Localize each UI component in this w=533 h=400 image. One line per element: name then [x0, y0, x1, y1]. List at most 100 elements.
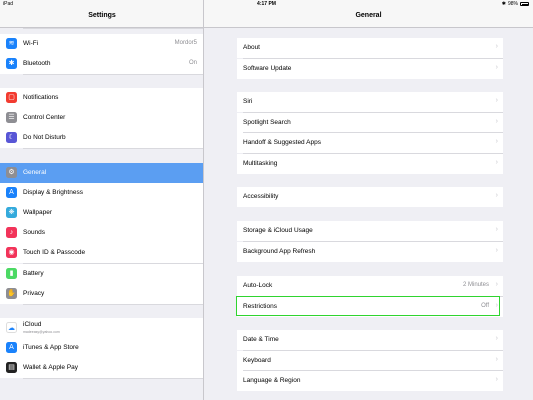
sidebar-item-notifications[interactable]: ▢ Notifications	[0, 88, 203, 108]
sidebar-item-label: Wi-Fi	[23, 40, 39, 47]
battery-percent: 98%	[507, 1, 518, 7]
notifications-icon: ▢	[6, 92, 17, 103]
settings-row-about[interactable]: About ›	[237, 38, 503, 58]
sidebar-title: Settings	[88, 12, 116, 19]
sidebar-item-label: iTunes & App Store	[23, 344, 79, 351]
sidebar-item-label: Sounds	[23, 229, 46, 236]
settings-row-storage-icloud-usage[interactable]: Storage & iCloud Usage ›	[237, 221, 503, 241]
sidebar-item-wi-fi[interactable]: ≋ Wi-Fi Mordor5	[0, 34, 203, 54]
chevron-right-icon: ›	[495, 226, 498, 233]
battery-icon: ▮	[6, 268, 17, 279]
sidebar-item-label: iCloud	[23, 321, 42, 328]
hand-icon: ✋	[6, 288, 17, 299]
chevron-right-icon: ›	[495, 376, 498, 383]
settings-row-background-app-refresh[interactable]: Background App Refresh ›	[237, 241, 503, 262]
sidebar: Settings ✈Airplane Mode≋Wi-FiMordor5✱Blu…	[0, 0, 204, 400]
settings-row-label: Auto-Lock	[243, 282, 273, 289]
settings-row-value: 2 Minutes	[462, 282, 489, 288]
settings-row-label: Date & Time	[243, 336, 279, 343]
settings-row-label: Storage & iCloud Usage	[243, 227, 313, 234]
settings-row-keyboard[interactable]: Keyboard ›	[237, 350, 503, 371]
chevron-right-icon: ›	[495, 335, 498, 342]
page-title: General	[355, 12, 382, 19]
sidebar-item-label: Control Center	[23, 114, 66, 121]
icloud-icon: ☁	[6, 322, 17, 333]
settings-row-accessibility[interactable]: Accessibility ›	[237, 187, 503, 207]
bluetooth-icon: ✱	[6, 58, 17, 69]
sidebar-item-itunes-app-store[interactable]: AiTunes & App Store	[0, 338, 203, 358]
sidebar-item-label: General	[23, 169, 47, 176]
sidebar-item-display-brightness[interactable]: A Display & Brightness	[0, 183, 203, 203]
sidebar-item-bluetooth[interactable]: ✱ Bluetooth On	[0, 54, 203, 74]
sidebar-item-label: Wallpaper	[23, 209, 53, 216]
row-divider	[23, 73, 203, 74]
sidebar-item-label: Bluetooth	[23, 60, 51, 67]
chevron-right-icon: ›	[495, 281, 498, 288]
sidebar-item-wallpaper[interactable]: ❋ Wallpaper	[0, 203, 203, 223]
settings-row-auto-lock[interactable]: Auto-Lock 2 Minutes ›	[237, 276, 503, 296]
settings-row-label: Handoff & Suggested Apps	[243, 139, 321, 146]
chevron-right-icon: ›	[495, 63, 498, 71]
chevron-right-icon: ›	[495, 246, 498, 254]
settings-row-label: Software Update	[243, 64, 292, 72]
sidebar-item-battery[interactable]: ▮ Battery	[0, 264, 203, 284]
settings-row-restrictions[interactable]: Restrictions Off ›	[237, 296, 503, 317]
sidebar-item-touch-id-passcode[interactable]: ◉ Touch ID & Passcode	[0, 243, 203, 263]
sounds-icon: ♪	[6, 227, 17, 238]
settings-row-siri[interactable]: Siri ›	[237, 92, 503, 112]
settings-row-label: Accessibility	[243, 193, 279, 200]
moon-icon: ☾	[6, 132, 17, 143]
settings-row-label: Background App Refresh	[243, 247, 316, 255]
row-divider	[23, 262, 203, 263]
chevron-right-icon: ›	[495, 192, 498, 199]
sidebar-item-general[interactable]: ⚙ General	[0, 163, 203, 183]
settings-row-value: Off	[481, 302, 489, 309]
status-right: ✱ 98%	[502, 0, 529, 8]
sidebar-item-value: On	[188, 60, 197, 66]
wifi-icon: ≋	[6, 38, 17, 49]
row-divider	[23, 303, 203, 304]
settings-row-label: Keyboard	[243, 356, 271, 364]
sidebar-item-label: Do Not Disturb	[23, 134, 66, 141]
chevron-right-icon: ›	[495, 355, 498, 363]
sidebar-item-label: Display & Brightness	[23, 189, 83, 196]
settings-row-label: Multitasking	[243, 159, 278, 167]
settings-row-label: About	[243, 44, 260, 51]
sidebar-item-do-not-disturb[interactable]: ☾ Do Not Disturb	[0, 128, 203, 148]
control-center-icon: ☰	[6, 112, 17, 123]
wallpaper-icon: ❋	[6, 207, 17, 218]
sidebar-item-control-center[interactable]: ☰ Control Center	[0, 108, 203, 128]
sidebar-item-value: Mordor5	[174, 40, 197, 46]
display-icon: A	[6, 187, 17, 198]
sidebar-item-icloud[interactable]: ☁ iCloud madeeasy@yahoo.com	[0, 318, 203, 338]
sidebar-item-label: Battery	[23, 270, 44, 277]
settings-row-label: Language & Region	[243, 377, 301, 384]
settings-row-language-region[interactable]: Language & Region ›	[237, 371, 503, 391]
settings-row-date-time[interactable]: Date & Time ›	[237, 330, 503, 350]
sidebar-item-label: Touch ID & Passcode	[23, 249, 86, 256]
chevron-right-icon: ›	[495, 158, 498, 166]
app-store-icon: A	[6, 342, 17, 353]
main-pane: General About › Software Update › Siri › Spotl…	[204, 0, 533, 400]
settings-row-spotlight-search[interactable]: Spotlight Search ›	[237, 112, 503, 133]
row-divider	[23, 147, 203, 148]
row-divider	[23, 377, 203, 378]
settings-row-handoff-suggested-apps[interactable]: Handoff & Suggested Apps ›	[237, 133, 503, 153]
sidebar-item-wallet-apple-pay[interactable]: ▤ Wallet & Apple Pay	[0, 358, 203, 378]
settings-row-label: Restrictions	[243, 302, 277, 310]
chevron-right-icon: ›	[495, 138, 498, 145]
status-bar: iPad 4:17 PM ✱ 98%	[0, 0, 533, 8]
chevron-right-icon: ›	[495, 301, 498, 309]
settings-row-label: Siri	[243, 98, 253, 105]
sidebar-item-privacy[interactable]: ✋ Privacy	[0, 284, 203, 304]
sidebar-item-sounds[interactable]: ♪ Sounds	[0, 223, 203, 243]
bluetooth-status-icon: ✱	[501, 1, 506, 7]
wallet-icon: ▤	[6, 362, 17, 373]
sidebar-item-label: Wallet & Apple Pay	[23, 364, 79, 371]
settings-row-software-update[interactable]: Software Update ›	[237, 58, 503, 79]
settings-row-label: Spotlight Search	[243, 118, 291, 126]
settings-row-multitasking[interactable]: Multitasking ›	[237, 153, 503, 174]
sidebar-item-label: Privacy	[23, 290, 45, 297]
chevron-right-icon: ›	[495, 43, 498, 50]
battery-icon	[520, 2, 529, 6]
